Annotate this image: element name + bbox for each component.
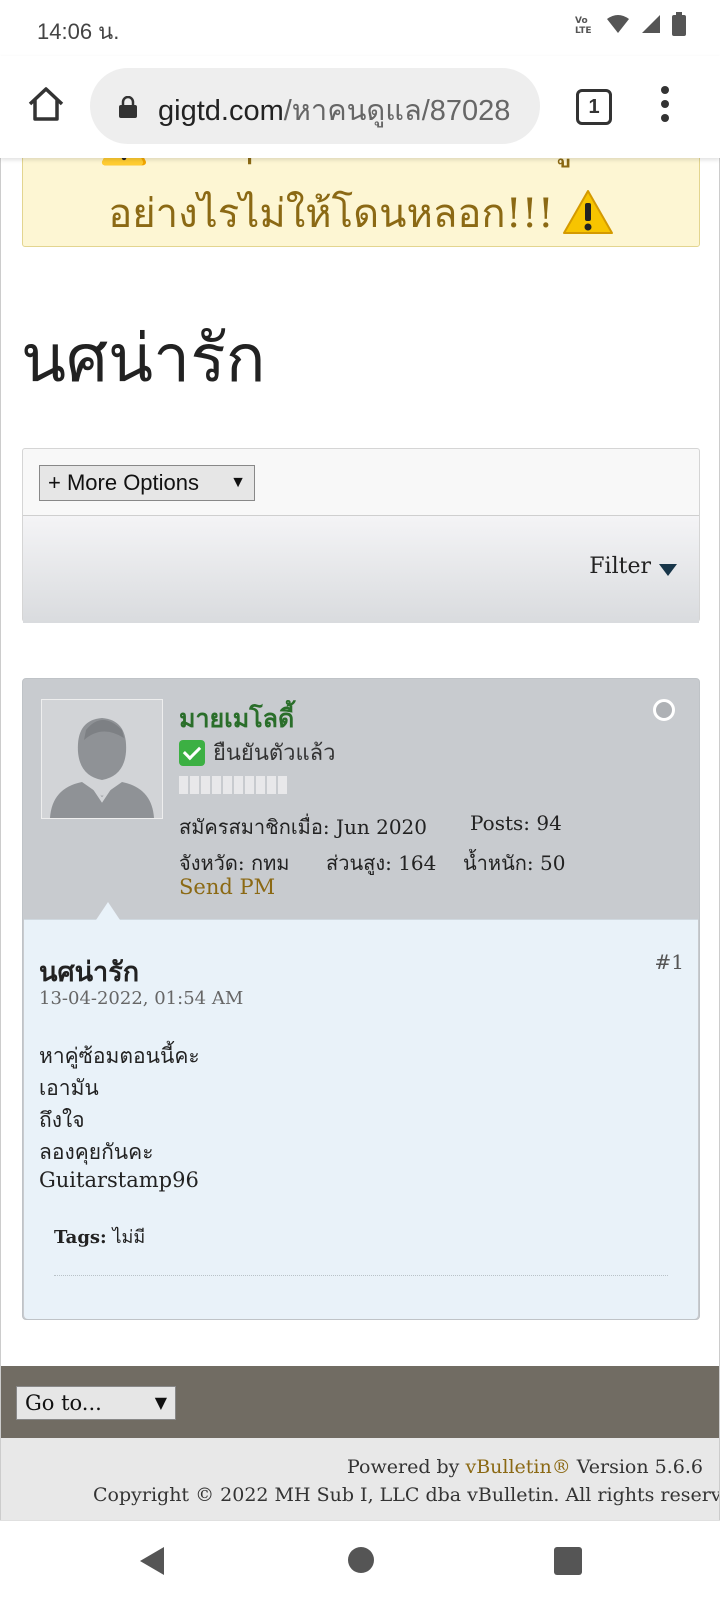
home-nav-icon[interactable] [348,1547,374,1573]
tags-label: Tags: [54,1227,107,1248]
announcement-banner[interactable]: ⚠️ น้องๆควรอ่าน!! หาคนดูแล อย่างไรไม่ให้… [22,158,700,247]
post-text-line: หาคู่ซ้อมตอนนี้คะ [39,1044,200,1068]
recent-apps-icon[interactable] [554,1547,582,1575]
verified-status: ยืนยันตัวแล้ว [179,735,336,770]
filter-chevron-icon[interactable] [659,564,677,576]
avatar[interactable] [41,699,163,819]
divider [54,1275,668,1276]
filter-bar: Filter [23,515,699,623]
post-pointer [96,902,120,920]
send-pm-link[interactable]: Send PM [179,875,275,899]
post-count: Posts: 94 [470,811,562,835]
back-icon[interactable] [138,1545,166,1581]
browser-toolbar: gigtd.com/หาคนดูแล/87028 1 [0,56,720,158]
join-date: สมัครสมาชิกเมื่อ: Jun 2020 [179,815,427,839]
checkmark-icon [179,739,205,766]
footer-credits: Powered by vBulletin® Version 5.6.6 Copy… [1,1438,720,1520]
page-title: นศน่ารัก [21,320,266,397]
announcement-line-2-text: อย่างไรไม่ให้โดนหลอก!!! [108,191,554,237]
dropdown-arrow-icon: ▼ [154,1393,167,1412]
post-date: 13-04-2022, 01:54 AM [39,988,244,1009]
more-options-label: + More Options [48,470,200,495]
goto-dropdown[interactable]: Go to... ▼ [16,1386,176,1420]
filter-button[interactable]: Filter [589,554,651,579]
page-content: ⚠️ น้องๆควรอ่าน!! หาคนดูแล อย่างไรไม่ให้… [0,158,720,1520]
more-options-dropdown[interactable]: + More Options ▼ [39,465,255,501]
svg-text:LTE: LTE [575,26,592,35]
home-icon[interactable] [26,84,66,124]
wifi-icon [606,13,630,39]
address-bar[interactable]: gigtd.com/หาคนดูแล/87028 [90,68,540,144]
status-bar: 14:06 น. Vo LTE [0,0,720,56]
thread-options: + More Options ▼ Filter [22,448,700,623]
post-card: มายเมโลดี้ ยืนยันตัวแล้ว สมัครสมาชิกเมื่… [22,678,700,1320]
reputation-bar [179,776,287,794]
tab-switcher-button[interactable]: 1 [576,89,612,125]
volte-icon: Vo LTE [574,13,596,39]
online-status-icon [653,699,675,721]
url-text: gigtd.com/หาคนดูแล/87028 [158,87,530,133]
post-body: นศน่ารัก #1 13-04-2022, 01:54 AM หาคู่ซ้… [24,902,698,1319]
status-time: 14:06 น. [37,19,120,44]
goto-label: Go to... [25,1391,102,1415]
weight-info: น้ำหนัก: 50 [463,851,566,875]
url-path: /หาคนดูแล/87028 [283,95,511,127]
signal-icon [640,13,662,39]
post-tags: Tags: ไม่มี [54,1222,145,1251]
post-text-line: เอามัน [39,1076,99,1100]
dropdown-arrow-icon: ▼ [230,474,246,491]
verified-text: ยืนยันตัวแล้ว [213,741,336,766]
battery-icon [672,12,686,40]
status-icons: Vo LTE [574,12,686,40]
post-number-link[interactable]: #1 [655,950,684,974]
svg-text:Vo: Vo [575,16,588,26]
footer-bar: Go to... ▼ [1,1366,719,1438]
announcement-line-1: ⚠️ น้องๆควรอ่าน!! หาคนดูแล [23,158,699,175]
warning-icon [562,189,614,245]
height-info: ส่วนสูง: 164 [326,851,437,875]
post-text-line: Guitarstamp96 [39,1168,199,1192]
vbulletin-link[interactable]: vBulletin® [465,1456,570,1478]
post-text-line: ลองคุยกันคะ [39,1140,154,1164]
post-title: นศน่ารัก [39,957,140,988]
announcement-line-2: อย่างไรไม่ให้โดนหลอก!!! [23,181,699,245]
post-text-line: ถึงใจ [39,1108,85,1132]
url-domain: gigtd.com [158,95,284,127]
tags-value: ไม่มี [112,1227,146,1248]
copyright: Copyright © 2022 MH Sub I, LLC dba vBull… [93,1484,720,1506]
post-author-name[interactable]: มายเมโลดี้ [179,699,294,739]
more-menu-icon[interactable] [660,86,670,126]
powered-by: Powered by vBulletin® Version 5.6.6 [347,1456,703,1478]
lock-icon [118,95,138,122]
system-nav-bar [0,1520,720,1601]
